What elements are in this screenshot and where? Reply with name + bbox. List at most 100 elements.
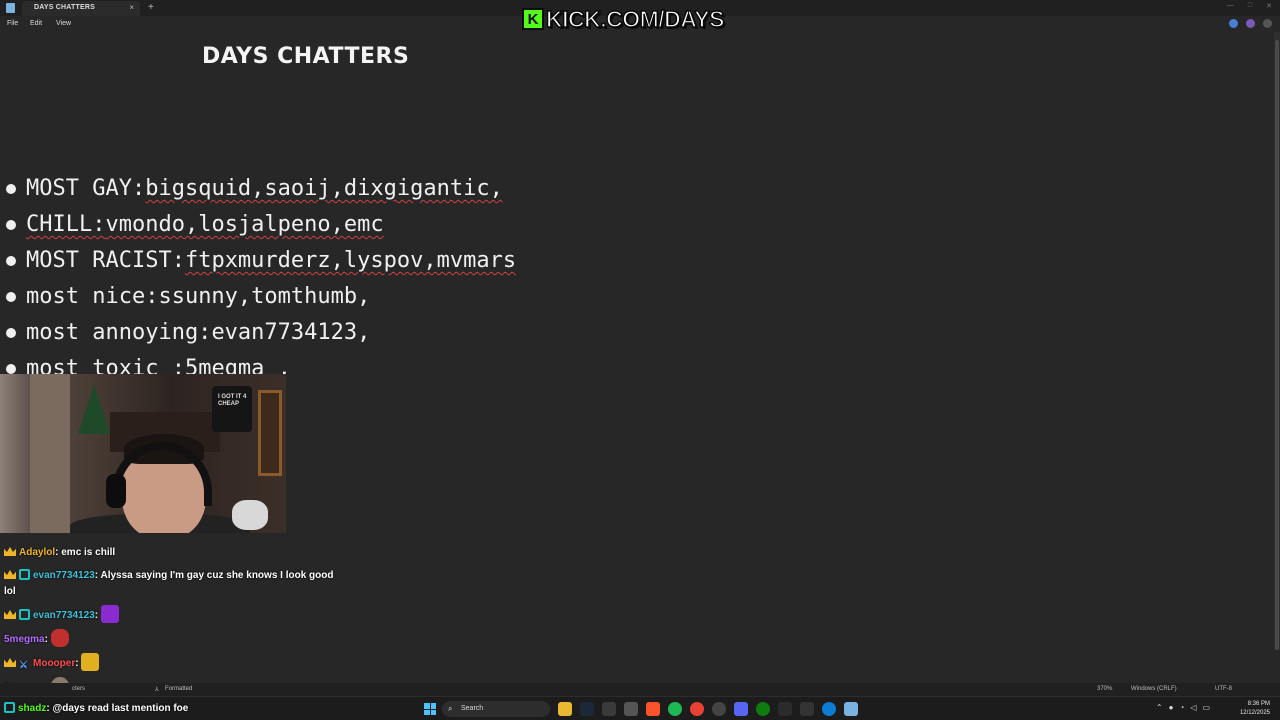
chat-username: Moooper — [33, 658, 76, 669]
menu-file[interactable]: File — [7, 20, 18, 27]
vertical-scrollbar[interactable] — [1274, 32, 1280, 650]
document-heading: DAYS CHATTERS — [202, 44, 410, 69]
emote-icon — [81, 653, 100, 671]
webcam-overlay: I GOT IT 4 CHEAP — [0, 374, 286, 533]
kick-logo-icon: K — [522, 8, 544, 30]
clock-date: 12/12/2025 — [1239, 710, 1270, 716]
list-item-prefix: most annoying: — [26, 320, 212, 345]
spotify-icon[interactable] — [668, 702, 682, 716]
webcam-christmas-tree — [78, 384, 110, 434]
tab-close-icon[interactable]: × — [129, 3, 134, 12]
settings-gear-icon[interactable] — [1263, 19, 1272, 28]
system-tray: ⌃ ● ◔ ◁ ▭ — [1156, 703, 1210, 712]
list-item-most-annoying: most annoying: evan7734123, — [6, 315, 516, 351]
emote-icon — [50, 629, 69, 647]
window-controls: — □ ✕ — [1227, 2, 1272, 10]
file-explorer-icon[interactable] — [558, 702, 572, 716]
microphone-icon[interactable]: ● — [1169, 703, 1174, 712]
copilot-icon[interactable] — [1229, 19, 1238, 28]
search-label: Search — [461, 705, 484, 712]
status-encoding[interactable]: UTF-8 — [1215, 686, 1232, 692]
status-format-icon: ⅄ — [155, 687, 159, 693]
chat-username: evan7734123 — [33, 610, 95, 621]
status-character-count: cters — [72, 686, 86, 692]
chat-message: 5megma: — [4, 629, 334, 648]
taskbar-search[interactable]: ⌕ Search — [442, 701, 550, 717]
chrome-icon[interactable] — [690, 702, 704, 716]
status-format[interactable]: Formatted — [165, 686, 192, 692]
menu-view[interactable]: View — [56, 20, 71, 27]
notepad-icon[interactable] — [844, 702, 858, 716]
wifi-icon[interactable]: ◔ — [1179, 703, 1184, 712]
discord-icon[interactable] — [734, 702, 748, 716]
chat-text: @days read last mention foe — [52, 703, 189, 714]
crown-badge-icon — [4, 658, 16, 667]
tab-days-chatters[interactable]: DAYS CHATTERS × — [22, 1, 140, 16]
bullet-icon — [6, 220, 16, 230]
crown-badge-icon — [4, 570, 16, 579]
brave-icon[interactable] — [646, 702, 660, 716]
bullet-icon — [6, 256, 16, 266]
edge-icon[interactable] — [822, 702, 836, 716]
chevron-up-icon[interactable]: ⌃ — [1156, 703, 1163, 712]
list-item-prefix: CHILL: — [26, 212, 106, 237]
chat-username: evan7734123 — [33, 570, 95, 581]
webcam-plushie — [232, 500, 268, 530]
settings-icon[interactable] — [624, 702, 638, 716]
chat-message: ⚔ Moooper: — [4, 653, 334, 672]
chat-username: 5megma — [4, 634, 45, 645]
list-item-most-racist: MOST RACIST: ftpxmurderz,lyspov,mvmars — [6, 243, 516, 279]
scrollbar-thumb[interactable] — [1275, 40, 1279, 650]
og-badge-icon — [4, 702, 15, 713]
list-item-prefix: MOST GAY: — [26, 176, 146, 201]
list-item-names: ssunny,tomthumb, — [158, 284, 371, 309]
chat-username: Adaylol — [19, 547, 56, 558]
chat-message: shadz: @days read last mention foe — [4, 702, 188, 714]
steam-icon[interactable] — [580, 702, 594, 716]
profile-icon[interactable] — [1246, 19, 1255, 28]
battery-icon[interactable]: ▭ — [1202, 703, 1210, 712]
list-item-prefix: MOST RACIST: — [26, 248, 185, 273]
kick-banner: K KICK.COM/DAYS — [522, 5, 725, 33]
webcam-shirt-text: I GOT IT 4 CHEAP — [218, 394, 247, 407]
taskbar-clock[interactable]: 8:36 PM 12/12/2025 — [1240, 700, 1270, 718]
og-badge-icon — [19, 609, 30, 620]
list-item-names: vmondo,losjalpeno,emc — [105, 212, 384, 237]
chat-text: emc is chill — [61, 547, 116, 558]
list-item-prefix: most nice: — [26, 284, 159, 309]
menu-edit[interactable]: Edit — [30, 20, 42, 27]
chatter-list: MOST GAY: bigsquid,saoij,dixgigantic, CHI… — [6, 171, 516, 387]
windows-start-icon[interactable] — [424, 703, 436, 715]
chat-message: Adaylol: emc is chill — [4, 545, 334, 561]
status-zoom[interactable]: 370% — [1097, 686, 1112, 692]
webcam-shirt — [212, 386, 252, 432]
headphone-ear-cup — [106, 474, 126, 508]
taskbar-apps — [558, 702, 858, 716]
notepad-app-icon — [6, 3, 15, 13]
list-item-most-gay: MOST GAY: bigsquid,saoij,dixgigantic, — [6, 171, 516, 207]
notepad-window: DAYS CHATTERS × + — □ ✕ File Edit View K… — [0, 0, 1280, 720]
volume-icon[interactable]: ◁ — [1190, 703, 1196, 712]
chat-username: shadz — [18, 703, 47, 714]
obs-icon[interactable] — [712, 702, 726, 716]
new-tab-button[interactable]: + — [148, 2, 154, 13]
xbox-icon[interactable] — [756, 702, 770, 716]
bullet-icon — [6, 292, 16, 302]
bullet-icon — [6, 328, 16, 338]
chat-message: evan7734123: Alyssa saying I'm gay cuz s… — [4, 569, 334, 597]
maximize-icon[interactable]: □ — [1248, 2, 1252, 10]
status-line-ending[interactable]: Windows (CRLF) — [1131, 686, 1177, 692]
minimize-icon[interactable]: — — [1227, 2, 1234, 10]
list-item-names: bigsquid,saoij,dixgigantic, — [145, 176, 503, 201]
bullet-icon — [6, 364, 16, 374]
list-item-most-nice: most nice: ssunny,tomthumb, — [6, 279, 516, 315]
kick-url-text: KICK.COM/DAYS — [545, 5, 725, 33]
app-icon[interactable] — [800, 702, 814, 716]
capcut-icon[interactable] — [778, 702, 792, 716]
app-icon[interactable] — [602, 702, 616, 716]
webcam-door — [30, 374, 70, 533]
close-window-icon[interactable]: ✕ — [1266, 2, 1272, 10]
menu-right-icons — [1229, 19, 1272, 28]
crown-badge-icon — [4, 547, 16, 556]
search-icon: ⌕ — [448, 704, 453, 713]
